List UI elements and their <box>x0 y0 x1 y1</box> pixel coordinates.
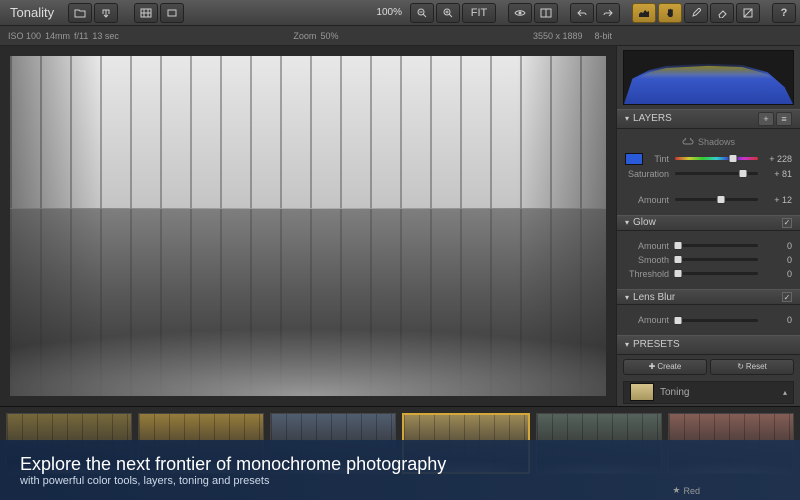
open-icon[interactable] <box>68 3 92 23</box>
right-sidebar: ▾ LAYERS + ≡ Shadows Tint + 228 Saturati… <box>616 46 800 406</box>
presets-header[interactable]: ▾ PRESETS <box>617 335 800 355</box>
glow-panel: Amount 0 Smooth 0 Threshold 0 <box>617 231 800 289</box>
reset-preset-button[interactable]: ↻Reset <box>710 359 794 375</box>
zoom-out-icon[interactable] <box>410 3 434 23</box>
preview-icon[interactable] <box>508 3 532 23</box>
preset-thumb <box>630 383 654 401</box>
compare-icon[interactable] <box>534 3 558 23</box>
bottom-label: ★ Red <box>672 485 700 496</box>
chevron-down-icon: ▾ <box>625 218 629 227</box>
aperture-value: f/11 <box>74 31 88 41</box>
grid-icon[interactable] <box>134 3 158 23</box>
bitdepth-value: 8-bit <box>595 31 613 41</box>
preset-category-label: Toning <box>660 387 689 398</box>
lensblur-title: Lens Blur <box>633 292 675 303</box>
chevron-down-icon: ▾ <box>625 114 629 123</box>
add-layer-button[interactable]: + <box>758 112 774 126</box>
shutter-value: 13 sec <box>92 31 119 41</box>
zoom-percent: 100% <box>370 7 408 18</box>
undo-icon[interactable] <box>570 3 594 23</box>
histogram-tool-icon[interactable] <box>632 3 656 23</box>
gradient-tool-icon[interactable] <box>736 3 760 23</box>
photo-preview <box>10 56 606 396</box>
star-icon: ★ <box>672 485 680 496</box>
eraser-tool-icon[interactable] <box>710 3 734 23</box>
layers-menu-button[interactable]: ≡ <box>776 112 792 126</box>
layers-title: LAYERS <box>633 113 672 124</box>
chevron-up-icon: ▴ <box>783 388 787 397</box>
cloud-icon <box>682 138 694 146</box>
lensblur-checkbox[interactable]: ✓ <box>782 292 792 302</box>
crop-icon[interactable] <box>160 3 184 23</box>
banner-title: Explore the next frontier of monochrome … <box>20 454 780 475</box>
app-title: Tonality <box>4 5 64 20</box>
fit-button[interactable]: FIT <box>462 3 496 23</box>
focal-value: 14mm <box>45 31 70 41</box>
glow-threshold-slider[interactable]: Threshold 0 <box>625 269 792 279</box>
zoom-label: Zoom <box>293 31 316 41</box>
info-bar: ISO 100 14mm f/11 13 sec Zoom 50% 3550 x… <box>0 26 800 46</box>
lensblur-amount-slider[interactable]: Amount 0 <box>625 315 792 325</box>
tint-swatch[interactable] <box>625 153 643 165</box>
main-area: ▾ LAYERS + ≡ Shadows Tint + 228 Saturati… <box>0 46 800 406</box>
glow-checkbox[interactable]: ✓ <box>782 218 792 228</box>
dimensions-value: 3550 x 1889 <box>533 31 583 41</box>
shadows-row: Shadows <box>625 135 792 149</box>
export-icon[interactable] <box>94 3 118 23</box>
brush-tool-icon[interactable] <box>684 3 708 23</box>
saturation-slider[interactable]: Saturation + 81 <box>625 169 792 179</box>
preset-category[interactable]: Toning ▴ <box>623 381 794 404</box>
glow-title: Glow <box>633 217 656 228</box>
histogram[interactable] <box>623 50 794 105</box>
glow-header[interactable]: ▾ Glow ✓ <box>617 215 800 231</box>
glow-smooth-slider[interactable]: Smooth 0 <box>625 255 792 265</box>
hand-tool-icon[interactable] <box>658 3 682 23</box>
glow-amount-slider[interactable]: Amount 0 <box>625 241 792 251</box>
chevron-down-icon: ▾ <box>625 293 629 302</box>
zoom-in-icon[interactable] <box>436 3 460 23</box>
chevron-down-icon: ▾ <box>625 340 629 349</box>
iso-value: ISO 100 <box>8 31 41 41</box>
zoom-value[interactable]: 50% <box>320 31 338 41</box>
top-toolbar: Tonality 100% FIT ? <box>0 0 800 26</box>
banner-subtitle: with powerful color tools, layers, tonin… <box>20 475 780 487</box>
amount-slider[interactable]: Amount + 12 <box>625 195 792 205</box>
canvas-area[interactable] <box>0 46 616 406</box>
redo-icon[interactable] <box>596 3 620 23</box>
layers-header[interactable]: ▾ LAYERS + ≡ <box>617 109 800 129</box>
presets-title: PRESETS <box>633 339 680 350</box>
lensblur-header[interactable]: ▾ Lens Blur ✓ <box>617 289 800 305</box>
help-icon[interactable]: ? <box>772 3 796 23</box>
layers-panel: Shadows Tint + 228 Saturation + 81 Amoun… <box>617 129 800 215</box>
tint-slider[interactable]: Tint + 228 <box>625 153 792 165</box>
create-preset-button[interactable]: ✚Create <box>623 359 707 375</box>
lensblur-panel: Amount 0 <box>617 305 800 335</box>
